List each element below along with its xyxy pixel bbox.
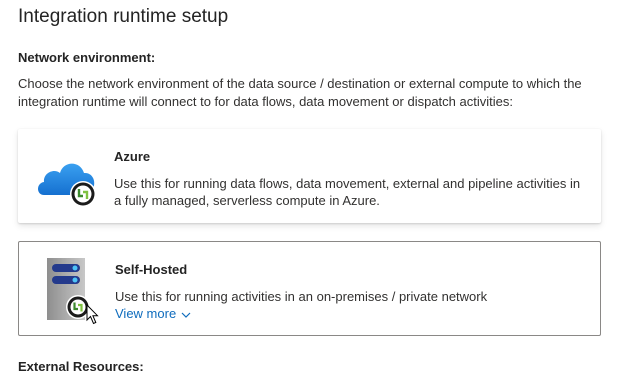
- external-resources-label: External Resources:: [18, 359, 144, 374]
- chevron-down-icon: [181, 312, 191, 318]
- dialog-title: Integration runtime setup: [18, 6, 229, 27]
- view-more-link[interactable]: View more: [115, 306, 191, 321]
- network-environment-description: Choose the network environment of the da…: [18, 76, 582, 109]
- azure-option-description: Use this for running data flows, data mo…: [114, 176, 581, 208]
- azure-cloud-icon: [38, 163, 96, 207]
- view-more-label: View more: [115, 306, 177, 321]
- self-hosted-option-title: Self-Hosted: [115, 262, 188, 277]
- self-hosted-option-card[interactable]: Self-Hosted Use this for running activit…: [18, 241, 601, 336]
- self-hosted-option-description: Use this for running activities in an on…: [115, 289, 488, 304]
- azure-option-card[interactable]: Azure Use this for running data flows, d…: [18, 129, 601, 223]
- azure-option-title: Azure: [114, 149, 151, 164]
- mouse-pointer-icon: [86, 304, 99, 325]
- network-environment-label: Network environment:: [18, 50, 156, 65]
